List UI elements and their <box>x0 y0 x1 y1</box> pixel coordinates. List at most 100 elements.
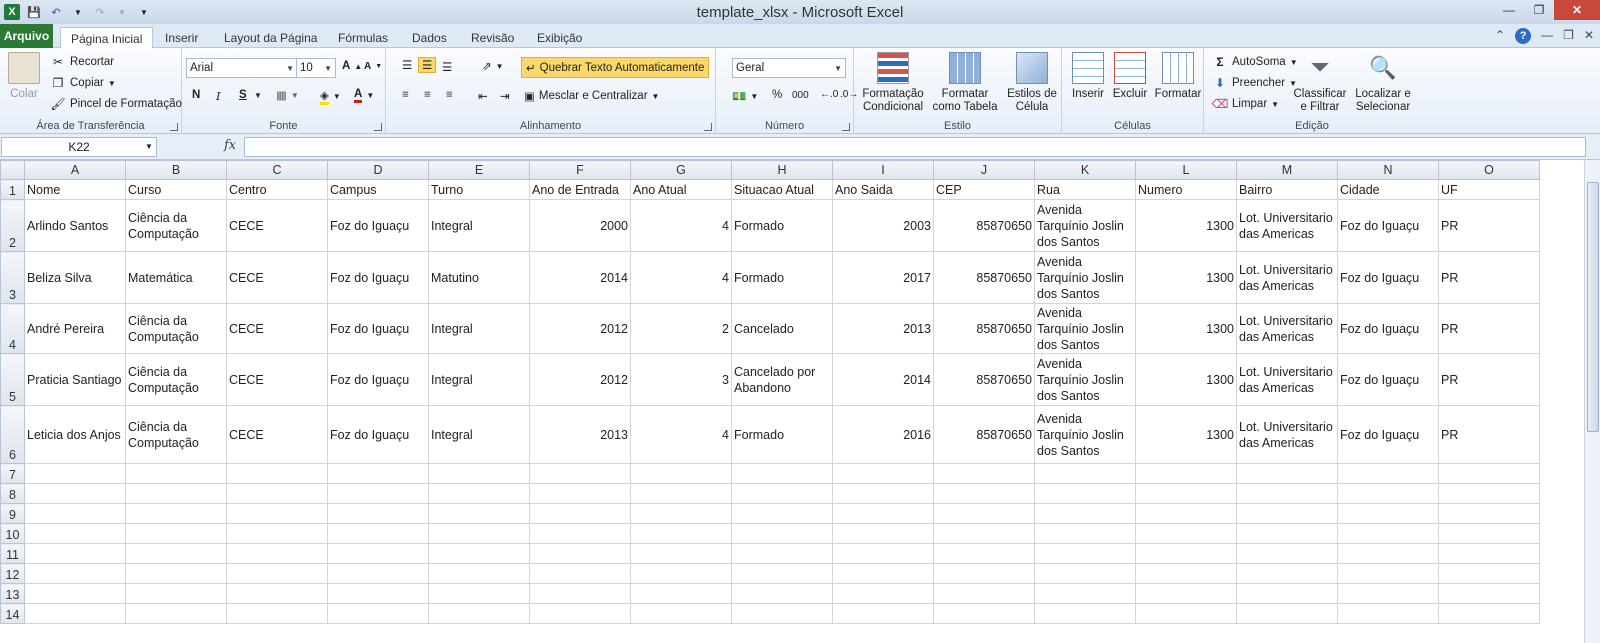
cell-f2[interactable]: 2000 <box>529 199 631 252</box>
row-header[interactable]: 7 <box>0 463 25 484</box>
column-header[interactable]: C <box>226 160 328 180</box>
row-header[interactable]: 10 <box>0 523 25 544</box>
restore-icon[interactable]: ❐ <box>1524 0 1554 20</box>
tab-home[interactable]: Página Inicial <box>60 27 154 49</box>
cell-e12[interactable] <box>428 563 530 584</box>
undo-dropdown-icon[interactable]: ▼ <box>70 4 86 20</box>
vertical-scrollbar[interactable] <box>1584 160 1600 643</box>
cell-l14[interactable] <box>1135 603 1237 624</box>
cell-c3[interactable]: CECE <box>226 251 328 304</box>
cell-e1[interactable]: Turno <box>428 179 530 200</box>
cell-k13[interactable] <box>1034 583 1136 604</box>
cell-o6[interactable]: PR <box>1438 405 1540 464</box>
orientation-icon[interactable]: ⇗ ▼ <box>482 59 504 73</box>
row-header[interactable]: 2 <box>0 199 25 252</box>
column-header[interactable]: B <box>125 160 227 180</box>
align-middle-icon[interactable]: ☰ <box>418 57 437 73</box>
cell-c13[interactable] <box>226 583 328 604</box>
column-header[interactable]: G <box>630 160 732 180</box>
column-header[interactable]: F <box>529 160 631 180</box>
cell-f6[interactable]: 2013 <box>529 405 631 464</box>
cell-d8[interactable] <box>327 483 429 504</box>
cell-e9[interactable] <box>428 503 530 524</box>
cell-g10[interactable] <box>630 523 732 544</box>
cell-f12[interactable] <box>529 563 631 584</box>
cell-n14[interactable] <box>1337 603 1439 624</box>
cell-d7[interactable] <box>327 463 429 484</box>
cell-n6[interactable]: Foz do Iguaçu <box>1337 405 1439 464</box>
cell-n9[interactable] <box>1337 503 1439 524</box>
row-header[interactable]: 13 <box>0 583 25 604</box>
column-header[interactable]: H <box>731 160 833 180</box>
redo-dropdown-icon[interactable]: ▼ <box>114 4 130 20</box>
cell-m3[interactable]: Lot. Universitario das Americas <box>1236 251 1338 304</box>
cell-k10[interactable] <box>1034 523 1136 544</box>
column-header[interactable]: D <box>327 160 429 180</box>
cell-h12[interactable] <box>731 563 833 584</box>
tab-page-layout[interactable]: Layout da Página <box>224 27 317 48</box>
cell-h1[interactable]: Situacao Atual <box>731 179 833 200</box>
cell-o10[interactable] <box>1438 523 1540 544</box>
align-left-icon[interactable]: ≡ <box>402 89 409 101</box>
cell-l12[interactable] <box>1135 563 1237 584</box>
shrink-font-icon[interactable]: A ▼ <box>364 61 382 72</box>
cell-o8[interactable] <box>1438 483 1540 504</box>
row-header[interactable]: 6 <box>0 405 25 464</box>
cell-n8[interactable] <box>1337 483 1439 504</box>
cell-a2[interactable]: Arlindo Santos <box>24 199 126 252</box>
cell-g6[interactable]: 4 <box>630 405 732 464</box>
cell-k2[interactable]: Avenida Tarquínio Joslin dos Santos <box>1034 199 1136 252</box>
cell-l11[interactable] <box>1135 543 1237 564</box>
cell-a7[interactable] <box>24 463 126 484</box>
number-format-combo[interactable]: Geral ▼ <box>732 58 846 78</box>
cell-j4[interactable]: 85870650 <box>933 303 1035 354</box>
cell-k8[interactable] <box>1034 483 1136 504</box>
cell-d12[interactable] <box>327 563 429 584</box>
cell-d13[interactable] <box>327 583 429 604</box>
percent-button[interactable]: % <box>772 89 782 101</box>
cell-m2[interactable]: Lot. Universitario das Americas <box>1236 199 1338 252</box>
increase-decimal-icon[interactable]: ←.0 <box>820 89 838 100</box>
cell-e13[interactable] <box>428 583 530 604</box>
font-size-combo[interactable]: 10 ▼ <box>296 58 336 78</box>
cell-l6[interactable]: 1300 <box>1135 405 1237 464</box>
row-header[interactable]: 5 <box>0 353 25 406</box>
cell-h8[interactable] <box>731 483 833 504</box>
cell-j12[interactable] <box>933 563 1035 584</box>
cell-a11[interactable] <box>24 543 126 564</box>
wrap-text-button[interactable]: ↵ Quebrar Texto Automaticamente <box>521 57 710 78</box>
tab-formulas[interactable]: Fórmulas <box>338 27 388 48</box>
cell-o3[interactable]: PR <box>1438 251 1540 304</box>
underline-dropdown-icon[interactable]: ▼ <box>254 91 262 100</box>
row-header[interactable]: 8 <box>0 483 25 504</box>
dialog-launcher-icon[interactable] <box>374 123 382 131</box>
cell-i2[interactable]: 2003 <box>832 199 934 252</box>
cell-i4[interactable]: 2013 <box>832 303 934 354</box>
save-icon[interactable]: 💾 <box>26 4 42 20</box>
cell-a4[interactable]: André Pereira <box>24 303 126 354</box>
currency-icon[interactable]: 💵 ▼ <box>732 89 758 103</box>
cell-n3[interactable]: Foz do Iguaçu <box>1337 251 1439 304</box>
cell-n4[interactable]: Foz do Iguaçu <box>1337 303 1439 354</box>
cell-g7[interactable] <box>630 463 732 484</box>
scrollbar-thumb[interactable] <box>1587 182 1599 432</box>
row-header[interactable]: 11 <box>0 543 25 564</box>
cell-j10[interactable] <box>933 523 1035 544</box>
cell-h3[interactable]: Formado <box>731 251 833 304</box>
cell-i13[interactable] <box>832 583 934 604</box>
bold-button[interactable]: N <box>192 89 200 101</box>
column-header[interactable]: N <box>1337 160 1439 180</box>
minimize-ribbon-icon[interactable]: ⌃ <box>1495 28 1505 44</box>
cell-n12[interactable] <box>1337 563 1439 584</box>
cell-d1[interactable]: Campus <box>327 179 429 200</box>
cell-b1[interactable]: Curso <box>125 179 227 200</box>
cell-k14[interactable] <box>1034 603 1136 624</box>
tab-insert[interactable]: Inserir <box>165 27 198 48</box>
cell-h14[interactable] <box>731 603 833 624</box>
cell-n10[interactable] <box>1337 523 1439 544</box>
tab-data[interactable]: Dados <box>412 27 447 48</box>
cell-d11[interactable] <box>327 543 429 564</box>
cell-i5[interactable]: 2014 <box>832 353 934 406</box>
cell-e6[interactable]: Integral <box>428 405 530 464</box>
cell-g8[interactable] <box>630 483 732 504</box>
